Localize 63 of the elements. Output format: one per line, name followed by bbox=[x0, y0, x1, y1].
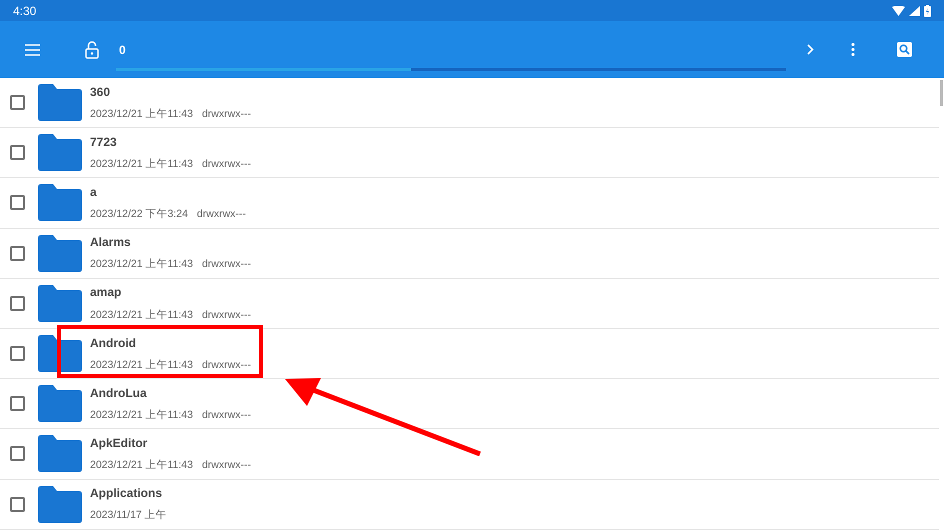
file-name: Android bbox=[90, 334, 137, 352]
folder-icon bbox=[38, 234, 82, 272]
status-time: 4:30 bbox=[13, 2, 36, 20]
chevron-right-icon bbox=[806, 44, 814, 55]
file-row[interactable]: Alarms 2023/12/21 上午11:43 drwxrwx--- bbox=[0, 228, 939, 279]
checkbox[interactable] bbox=[10, 246, 25, 261]
file-name: amap bbox=[90, 284, 122, 302]
file-row[interactable]: Android 2023/12/21 上午11:43 drwxrwx--- bbox=[0, 328, 939, 380]
wifi-icon bbox=[892, 6, 905, 16]
modified-date: 2023/12/21 上午11:43 bbox=[90, 157, 193, 172]
checkbox[interactable] bbox=[10, 145, 25, 160]
checkbox[interactable] bbox=[10, 296, 25, 311]
scrollbar[interactable] bbox=[940, 80, 943, 106]
menu-icon bbox=[24, 44, 40, 56]
folder-icon bbox=[38, 134, 82, 172]
modified-date: 2023/11/17 上午 bbox=[90, 508, 167, 524]
modified-date: 2023/12/21 上午11:43 bbox=[90, 308, 193, 323]
checkbox[interactable] bbox=[10, 496, 25, 512]
file-row[interactable]: 7723 2023/12/21 上午11:43 drwxrwx--- bbox=[0, 128, 939, 178]
unlocked-padlock-icon bbox=[85, 40, 99, 58]
folder-icon bbox=[38, 184, 82, 222]
file-row[interactable]: amap 2023/12/21 上午11:43 drwxrwx--- bbox=[0, 278, 939, 329]
more-vertical-icon bbox=[851, 43, 855, 56]
folder-icon bbox=[38, 486, 82, 523]
folder-icon bbox=[38, 84, 82, 122]
battery-icon bbox=[924, 4, 931, 16]
checkbox[interactable] bbox=[10, 195, 25, 210]
path-label[interactable]: 0 bbox=[119, 40, 126, 58]
folder-icon bbox=[38, 385, 82, 422]
modified-date: 2023/12/21 上午11:43 bbox=[90, 257, 193, 272]
file-name: a bbox=[90, 184, 98, 201]
permissions: drwxrwx--- bbox=[202, 308, 251, 323]
file-name: ApkEditor bbox=[90, 434, 148, 452]
permissions: drwxrwx--- bbox=[202, 257, 251, 272]
checkbox[interactable] bbox=[10, 396, 25, 412]
file-row[interactable]: a 2023/12/22 下午3:24 drwxrwx--- bbox=[0, 178, 939, 229]
modified-date: 2023/12/21 上午11:43 bbox=[90, 408, 193, 423]
modified-date: 2023/12/21 上午11:43 bbox=[90, 358, 193, 373]
file-name: Applications bbox=[90, 485, 164, 502]
file-row[interactable]: ApkEditor 2023/12/21 上午11:43 drwxrwx--- bbox=[0, 429, 939, 480]
permissions: drwxrwx--- bbox=[202, 106, 251, 122]
file-name: AndroLua bbox=[90, 384, 148, 402]
checkbox[interactable] bbox=[10, 446, 25, 462]
file-row[interactable]: 360 2023/12/21 上午11:43 drwxrwx--- bbox=[0, 78, 939, 128]
permissions: drwxrwx--- bbox=[202, 408, 251, 423]
file-name: 7723 bbox=[90, 134, 118, 151]
file-row[interactable]: Applications 2023/11/17 上午 bbox=[0, 480, 939, 530]
permissions: drwxrwx--- bbox=[196, 207, 246, 222]
checkbox[interactable] bbox=[10, 346, 25, 362]
file-name: Alarms bbox=[90, 234, 132, 252]
modified-date: 2023/12/21 上午11:43 bbox=[90, 458, 193, 474]
file-name: 360 bbox=[90, 84, 112, 101]
folder-icon bbox=[38, 435, 82, 472]
permissions: drwxrwx--- bbox=[202, 358, 251, 373]
folder-icon bbox=[38, 284, 82, 322]
permissions: drwxrwx--- bbox=[202, 157, 251, 172]
modified-date: 2023/12/22 下午3:24 bbox=[90, 207, 188, 222]
permissions: drwxrwx--- bbox=[202, 458, 251, 474]
search-icon bbox=[896, 42, 912, 57]
folder-icon bbox=[38, 335, 82, 372]
checkbox[interactable] bbox=[10, 95, 25, 110]
signal-icon bbox=[909, 6, 920, 16]
modified-date: 2023/12/21 上午11:43 bbox=[90, 106, 193, 122]
